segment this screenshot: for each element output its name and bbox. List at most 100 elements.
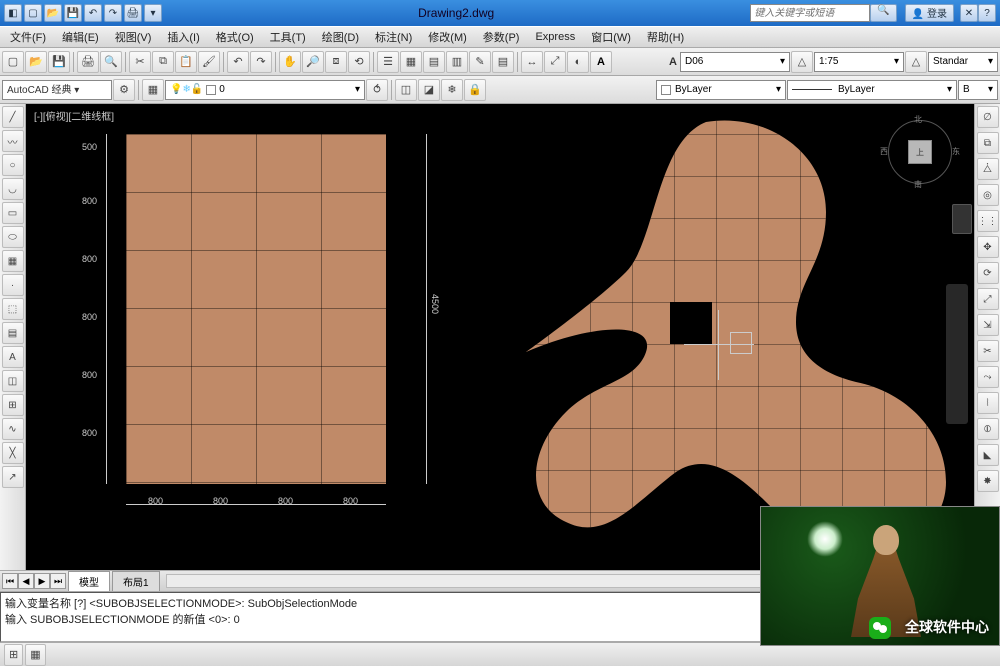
menu-file[interactable]: 文件(F) xyxy=(4,27,52,47)
layer-iso-icon[interactable]: ◫ xyxy=(395,79,417,101)
extend-icon[interactable]: ⤳ xyxy=(977,366,999,388)
zoom-icon[interactable]: 🔎 xyxy=(302,51,324,73)
new-icon[interactable]: ▢ xyxy=(24,4,42,22)
zoom-prev-icon[interactable]: ⟲ xyxy=(348,51,370,73)
insert-icon[interactable]: ⊞ xyxy=(2,394,24,416)
new-file-icon[interactable]: ▢ xyxy=(2,51,24,73)
save-file-icon[interactable]: 💾 xyxy=(48,51,70,73)
open-file-icon[interactable]: 📂 xyxy=(25,51,47,73)
mtext-icon[interactable]: A xyxy=(2,346,24,368)
layer-off-icon[interactable]: ◪ xyxy=(418,79,440,101)
explode-icon[interactable]: ✸ xyxy=(977,470,999,492)
redo-icon[interactable]: ↷ xyxy=(104,4,122,22)
help-search-input[interactable] xyxy=(750,4,870,22)
markup-icon[interactable]: ✎ xyxy=(469,51,491,73)
signin-button[interactable]: 👤 登录 xyxy=(905,4,954,22)
qat-more-icon[interactable]: ▾ xyxy=(144,4,162,22)
annot-vis-icon[interactable]: △ xyxy=(905,51,927,73)
menu-parametric[interactable]: 参数(P) xyxy=(477,27,526,47)
nav-bar[interactable] xyxy=(946,284,968,424)
menu-dimension[interactable]: 标注(N) xyxy=(369,27,418,47)
infocenter-search-button[interactable]: 🔍 xyxy=(870,4,896,22)
layer-prev-icon[interactable]: ⥀ xyxy=(366,79,388,101)
exchange-icon[interactable]: ✕ xyxy=(960,4,978,22)
navbar-wheel-icon[interactable] xyxy=(952,204,972,234)
rectangle-hatch-object[interactable] xyxy=(126,134,386,484)
model-viewport[interactable]: [-][俯视][二维线框] 500 800 800 800 800 800 80… xyxy=(26,104,974,570)
viewcube-top-face[interactable]: 上 xyxy=(908,140,932,164)
circle-icon[interactable]: ○ xyxy=(2,154,24,176)
trim-icon[interactable]: ✂ xyxy=(977,340,999,362)
chamfer-icon[interactable]: ◣ xyxy=(977,444,999,466)
polyline-icon[interactable]: 〰 xyxy=(2,130,24,152)
menu-view[interactable]: 视图(V) xyxy=(109,27,158,47)
ray-icon[interactable]: ↗ xyxy=(2,466,24,488)
move-icon[interactable]: ✥ xyxy=(977,236,999,258)
tab-last-icon[interactable]: ⏭ xyxy=(50,573,66,589)
erase-icon[interactable]: ∅ xyxy=(977,106,999,128)
quickcalc-icon[interactable]: ▤ xyxy=(492,51,514,73)
match-icon[interactable]: 🖌 xyxy=(198,51,220,73)
dim-radius-icon[interactable]: ◐ xyxy=(567,51,589,73)
lineweight-combo[interactable]: B▾ xyxy=(958,80,998,100)
annot-scale-icon[interactable]: △ xyxy=(791,51,813,73)
sheet-set-icon[interactable]: ▥ xyxy=(446,51,468,73)
status-btn-2[interactable]: ▦ xyxy=(25,644,45,666)
menu-express[interactable]: Express xyxy=(529,29,581,45)
array-icon[interactable]: ⋮⋮ xyxy=(977,210,999,232)
tab-prev-icon[interactable]: ◀ xyxy=(18,573,34,589)
line-icon[interactable]: ╱ xyxy=(2,106,24,128)
rectangle-icon[interactable]: ▭ xyxy=(2,202,24,224)
arc-icon[interactable]: ◡ xyxy=(2,178,24,200)
viewport-label[interactable]: [-][俯视][二维线框] xyxy=(34,108,114,123)
redo-button-icon[interactable]: ↷ xyxy=(250,51,272,73)
spline-icon[interactable]: ∿ xyxy=(2,418,24,440)
properties-icon[interactable]: ☰ xyxy=(377,51,399,73)
print-icon[interactable]: 🖨 xyxy=(124,4,142,22)
workspace-combo[interactable]: AutoCAD 经典 ▾ xyxy=(2,80,112,100)
menu-format[interactable]: 格式(O) xyxy=(210,27,260,47)
menu-modify[interactable]: 修改(M) xyxy=(422,27,473,47)
menu-insert[interactable]: 插入(I) xyxy=(161,27,205,47)
copy-obj-icon[interactable]: ⧉ xyxy=(977,132,999,154)
annot-scale-combo[interactable]: 1:75▾ xyxy=(814,52,904,72)
tab-layout1[interactable]: 布局1 xyxy=(112,571,160,591)
view-cube[interactable]: 上 北 南 西 东 xyxy=(884,116,956,188)
help-icon[interactable]: ? xyxy=(978,4,996,22)
undo-button-icon[interactable]: ↶ xyxy=(227,51,249,73)
mirror-icon[interactable]: ⧊ xyxy=(977,158,999,180)
scale-icon[interactable]: ⤢ xyxy=(977,288,999,310)
stretch-icon[interactable]: ⇲ xyxy=(977,314,999,336)
offset-icon[interactable]: ◎ xyxy=(977,184,999,206)
break-icon[interactable]: ⦚ xyxy=(977,392,999,414)
menu-draw[interactable]: 绘图(D) xyxy=(316,27,365,47)
tab-next-icon[interactable]: ▶ xyxy=(34,573,50,589)
plot-icon[interactable]: 🖨 xyxy=(77,51,99,73)
design-center-icon[interactable]: ▦ xyxy=(400,51,422,73)
workspace-settings-icon[interactable]: ⚙ xyxy=(113,79,135,101)
block-icon[interactable]: ◫ xyxy=(2,370,24,392)
dim-aligned-icon[interactable]: ⤢ xyxy=(544,51,566,73)
rotate-icon[interactable]: ⟳ xyxy=(977,262,999,284)
linetype-combo[interactable]: ByLayer▾ xyxy=(787,80,957,100)
open-icon[interactable]: 📂 xyxy=(44,4,62,22)
undo-icon[interactable]: ↶ xyxy=(84,4,102,22)
layer-combo[interactable]: 💡 ❄ 🔓 0 ▾ xyxy=(165,80,365,100)
layer-lock-btn-icon[interactable]: 🔒 xyxy=(464,79,486,101)
cut-icon[interactable]: ✂ xyxy=(129,51,151,73)
paste-icon[interactable]: 📋 xyxy=(175,51,197,73)
pan-icon[interactable]: ✋ xyxy=(279,51,301,73)
text-icon[interactable]: A xyxy=(590,51,612,73)
menu-tools[interactable]: 工具(T) xyxy=(264,27,312,47)
menu-help[interactable]: 帮助(H) xyxy=(641,27,690,47)
app-menu-button[interactable]: ◧ xyxy=(4,4,22,22)
tab-model[interactable]: 模型 xyxy=(68,571,110,591)
zoom-window-icon[interactable]: ⧈ xyxy=(325,51,347,73)
point-icon[interactable]: · xyxy=(2,274,24,296)
dim-linear-icon[interactable]: ↔ xyxy=(521,51,543,73)
tool-palette-icon[interactable]: ▤ xyxy=(423,51,445,73)
tab-first-icon[interactable]: ⏮ xyxy=(2,573,18,589)
save-icon[interactable]: 💾 xyxy=(64,4,82,22)
dimstyle-combo[interactable]: D06▾ xyxy=(680,52,790,72)
fillet-icon[interactable]: ⦶ xyxy=(977,418,999,440)
